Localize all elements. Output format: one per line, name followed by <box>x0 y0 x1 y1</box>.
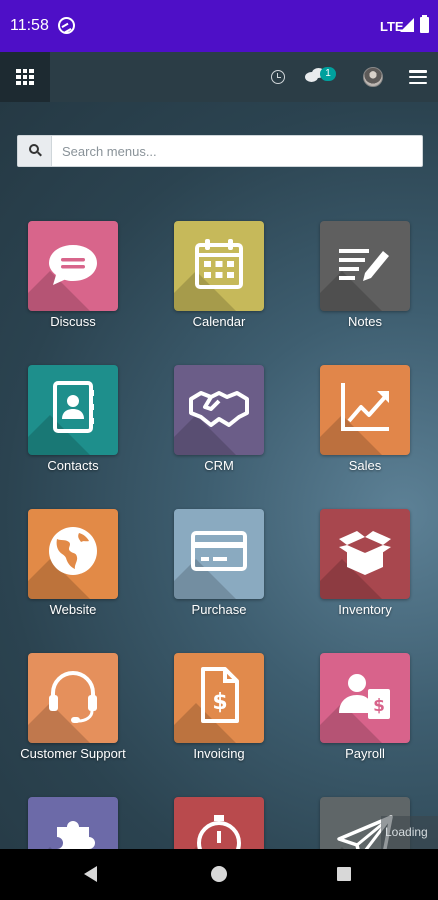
battery-icon <box>420 15 429 33</box>
clock-icon[interactable] <box>271 70 285 84</box>
app-label: Sales <box>348 458 382 473</box>
home-icon[interactable] <box>211 866 227 882</box>
calendar-icon <box>174 221 264 311</box>
top-navbar: 1 <box>0 52 438 102</box>
box-icon <box>320 509 410 599</box>
sales-chart-icon <box>320 365 410 455</box>
messages-badge: 1 <box>320 67 336 81</box>
signal-icon <box>400 18 414 32</box>
app-label: Customer Support <box>20 746 126 761</box>
svg-text:$: $ <box>212 690 227 715</box>
status-bar: 11:58 LTE <box>0 0 438 52</box>
status-time: 11:58 <box>10 17 49 34</box>
system-navigation-bar <box>0 849 438 900</box>
apps-menu-button[interactable] <box>0 52 50 102</box>
app-label: Purchase <box>191 602 247 617</box>
app-label: CRM <box>204 458 234 473</box>
app-label: Payroll <box>345 746 385 761</box>
grid-icon <box>16 69 34 85</box>
app-label: Calendar <box>192 314 246 329</box>
avatar[interactable] <box>363 67 383 87</box>
globe-icon <box>28 509 118 599</box>
app-label: Inventory <box>338 602 392 617</box>
payroll-icon: $ <box>320 653 410 743</box>
app-home-menu: Discuss Calendar Notes Contacts CRM <box>0 102 438 849</box>
app-label: Discuss <box>50 314 96 329</box>
puzzle-icon <box>28 797 118 849</box>
discuss-icon <box>28 221 118 311</box>
sync-icon <box>58 17 75 34</box>
handshake-icon <box>174 365 264 455</box>
invoice-icon: $ <box>174 653 264 743</box>
recents-icon[interactable] <box>337 867 351 881</box>
svg-text:$: $ <box>373 696 385 716</box>
search-bar <box>17 135 423 167</box>
contacts-icon <box>28 365 118 455</box>
credit-card-icon <box>174 509 264 599</box>
headset-icon <box>28 653 118 743</box>
notes-icon <box>320 221 410 311</box>
app-label: Notes <box>348 314 382 329</box>
app-label: Website <box>49 602 97 617</box>
stopwatch-icon <box>174 797 264 849</box>
back-icon[interactable] <box>84 866 97 882</box>
hamburger-menu-icon[interactable] <box>409 70 427 84</box>
search-input[interactable] <box>53 136 421 166</box>
app-label: Contacts <box>47 458 99 473</box>
loading-indicator: Loading <box>381 816 438 849</box>
app-label: Invoicing <box>193 746 245 761</box>
search-icon <box>18 136 52 166</box>
